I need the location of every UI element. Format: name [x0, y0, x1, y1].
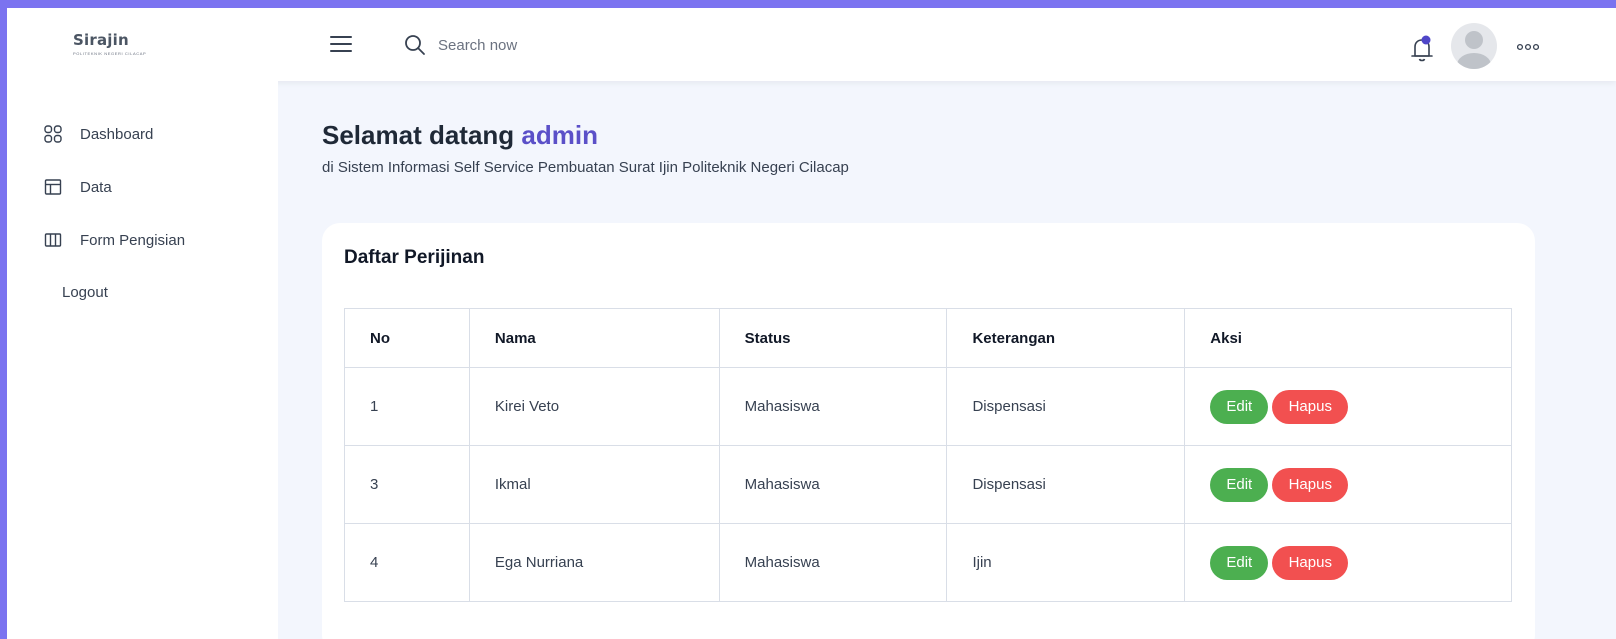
- sidebar-item-label: Logout: [62, 283, 108, 301]
- cell-aksi: Edit Hapus: [1184, 523, 1512, 602]
- cell-no: 1: [344, 367, 470, 446]
- cell-nama: Kirei Veto: [468, 367, 720, 446]
- cell-no: 3: [344, 445, 470, 524]
- greeting-text: Selamat datang: [322, 120, 515, 150]
- more-icon[interactable]: [1516, 38, 1540, 56]
- cell-status: Mahasiswa: [718, 367, 948, 446]
- cell-status: Mahasiswa: [718, 523, 948, 602]
- bell-icon: [1411, 35, 1433, 62]
- sidebar: Dashboard Data Form Pengisian Logout: [7, 81, 278, 639]
- perijinan-table: No Nama Status Keterangan Aksi 1 Kirei V…: [344, 308, 1512, 602]
- hapus-button[interactable]: Hapus: [1272, 545, 1349, 580]
- user-avatar-icon: [1457, 31, 1491, 69]
- cell-keterangan: Dispensasi: [946, 445, 1186, 524]
- sidebar-item-label: Form Pengisian: [80, 231, 186, 249]
- cell-aksi: Edit Hapus: [1184, 445, 1512, 524]
- sidebar-item-logout[interactable]: Logout: [7, 273, 278, 311]
- table-row: 3 Ikmal Mahasiswa Dispensasi Edit Hapus: [344, 445, 1512, 524]
- hapus-button[interactable]: Hapus: [1272, 467, 1349, 502]
- sidebar-item-form-pengisian[interactable]: Form Pengisian: [7, 221, 278, 259]
- cell-aksi: Edit Hapus: [1184, 367, 1512, 446]
- search-bar[interactable]: Search now: [404, 32, 517, 58]
- search-icon: [405, 35, 425, 55]
- notification-dot: [1421, 35, 1431, 45]
- layout-icon: [44, 178, 62, 196]
- card-title: Daftar Perijinan: [344, 247, 485, 268]
- edit-button[interactable]: Edit: [1210, 545, 1269, 580]
- app-frame: Sirajin POLITEKNIK NEGERI CILACAP Search…: [7, 8, 1616, 639]
- cell-keterangan: Ijin: [946, 523, 1186, 602]
- column-header-keterangan: Keterangan: [946, 308, 1186, 368]
- table-header-row: No Nama Status Keterangan Aksi: [344, 308, 1512, 368]
- hapus-button[interactable]: Hapus: [1272, 389, 1349, 424]
- cell-status: Mahasiswa: [718, 445, 948, 524]
- sidebar-item-dashboard[interactable]: Dashboard: [7, 115, 278, 153]
- top-bar: Sirajin POLITEKNIK NEGERI CILACAP Search…: [7, 8, 1616, 81]
- page-title: Selamat datang admin: [322, 120, 598, 151]
- column-header-status: Status: [718, 308, 948, 368]
- sidebar-item-label: Dashboard: [80, 125, 154, 143]
- sidebar-item-data[interactable]: Data: [7, 168, 278, 206]
- search-input[interactable]: Search now: [438, 37, 517, 54]
- sidebar-item-label: Data: [80, 178, 112, 196]
- notification-bell[interactable]: [1409, 34, 1435, 64]
- cell-no: 4: [344, 523, 470, 602]
- edit-button[interactable]: Edit: [1210, 467, 1269, 502]
- dashboard-grid-icon: [44, 125, 62, 143]
- table-row: 4 Ega Nurriana Mahasiswa Ijin Edit Hapus: [344, 523, 1512, 602]
- cell-keterangan: Dispensasi: [946, 367, 1186, 446]
- perijinan-card: Daftar Perijinan No Nama Status Keterang…: [322, 223, 1535, 639]
- avatar[interactable]: [1451, 23, 1497, 69]
- column-header-aksi: Aksi: [1184, 308, 1512, 368]
- cell-nama: Ikmal: [468, 445, 720, 524]
- column-header-no: No: [344, 308, 470, 368]
- table-row: 1 Kirei Veto Mahasiswa Dispensasi Edit Ha…: [344, 367, 1512, 446]
- page-subtitle: di Sistem Informasi Self Service Pembuat…: [322, 159, 849, 176]
- column-header-nama: Nama: [468, 308, 720, 368]
- columns-icon: [44, 231, 62, 249]
- menu-icon[interactable]: [330, 36, 352, 54]
- edit-button[interactable]: Edit: [1210, 389, 1269, 424]
- logo[interactable]: Sirajin POLITEKNIK NEGERI CILACAP: [73, 32, 157, 56]
- logo-title: Sirajin: [73, 31, 129, 49]
- logo-subtitle: POLITEKNIK NEGERI CILACAP: [73, 51, 147, 56]
- username: admin: [521, 120, 598, 150]
- cell-nama: Ega Nurriana: [468, 523, 720, 602]
